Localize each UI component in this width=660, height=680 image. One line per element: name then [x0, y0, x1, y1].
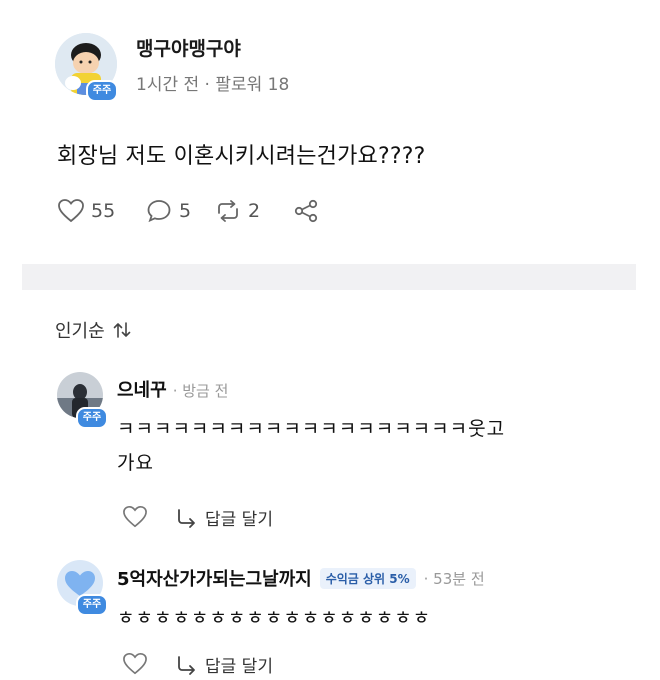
like-count: 55 — [91, 200, 116, 222]
shareholder-badge: 주주 — [76, 594, 108, 616]
share-button[interactable] — [292, 197, 320, 225]
comment-count: 5 — [179, 200, 192, 222]
repost-count: 2 — [248, 200, 261, 222]
post-author-name[interactable]: 맹구야맹구야 — [136, 34, 241, 61]
repost-icon — [218, 200, 238, 222]
reply-arrow-icon — [178, 508, 195, 528]
comment-text: ㅎㅎㅎㅎㅎㅎㅎㅎㅎㅎㅎㅎㅎㅎㅎㅎㅎ — [117, 601, 431, 635]
heart-icon — [123, 653, 147, 675]
comment-time: · 방금 전 — [172, 382, 229, 400]
comment-author-name[interactable]: 으네꾸 — [117, 376, 167, 402]
comment-author-name[interactable]: 5억자산가가되는그날까지 — [117, 565, 312, 591]
comment-time: · 53분 전 — [423, 569, 485, 588]
section-divider — [22, 264, 636, 290]
comment-text-line: 가요 — [117, 452, 154, 474]
comment-button[interactable]: 5 — [146, 197, 191, 225]
comment-like-button[interactable] — [121, 652, 149, 680]
reply-label: 답글 달기 — [205, 657, 273, 677]
post-meta: 1시간 전 · 팔로워 18 — [136, 70, 289, 95]
comment-header: 5억자산가가되는그날까지 수익금 상위 5% · 53분 전 — [117, 565, 485, 591]
repost-button[interactable]: 2 — [213, 197, 260, 225]
sort-label: 인기순 — [55, 321, 105, 342]
sort-arrows-icon — [114, 322, 131, 338]
rank-badge: 수익금 상위 5% — [319, 567, 416, 589]
shareholder-badge: 주주 — [76, 407, 108, 429]
post-body: 회장님 저도 이혼시키시려는건가요???? — [57, 144, 426, 169]
comment-text-line: ㅎㅎㅎㅎㅎㅎㅎㅎㅎㅎㅎㅎㅎㅎㅎㅎㅎ — [117, 607, 432, 629]
heart-icon — [123, 506, 147, 528]
sort-toggle[interactable]: 인기순 — [55, 317, 132, 343]
reply-label: 답글 달기 — [205, 510, 273, 530]
speech-bubble-icon — [147, 200, 171, 223]
reply-arrow-icon — [178, 655, 195, 675]
like-button[interactable]: 55 — [57, 197, 115, 225]
comment-like-button[interactable] — [121, 505, 149, 533]
share-icon — [294, 199, 318, 223]
reply-button[interactable]: 답글 달기 — [175, 505, 273, 530]
comment-header: 으네꾸 · 방금 전 — [117, 376, 228, 402]
post-time: 1시간 전 — [136, 75, 200, 95]
shareholder-badge: 주주 — [86, 80, 118, 102]
follower-count: 팔로워 18 — [215, 75, 290, 95]
reply-button[interactable]: 답글 달기 — [175, 652, 273, 677]
comment-text: ㅋㅋㅋㅋㅋㅋㅋㅋㅋㅋㅋㅋㅋㅋㅋㅋㅋㅋㅋ웃고 가요 — [117, 412, 505, 480]
meta-separator: · — [204, 75, 210, 95]
heart-icon — [58, 199, 84, 223]
comment-text-line: ㅋㅋㅋㅋㅋㅋㅋㅋㅋㅋㅋㅋㅋㅋㅋㅋㅋㅋㅋ웃고 — [117, 418, 506, 440]
